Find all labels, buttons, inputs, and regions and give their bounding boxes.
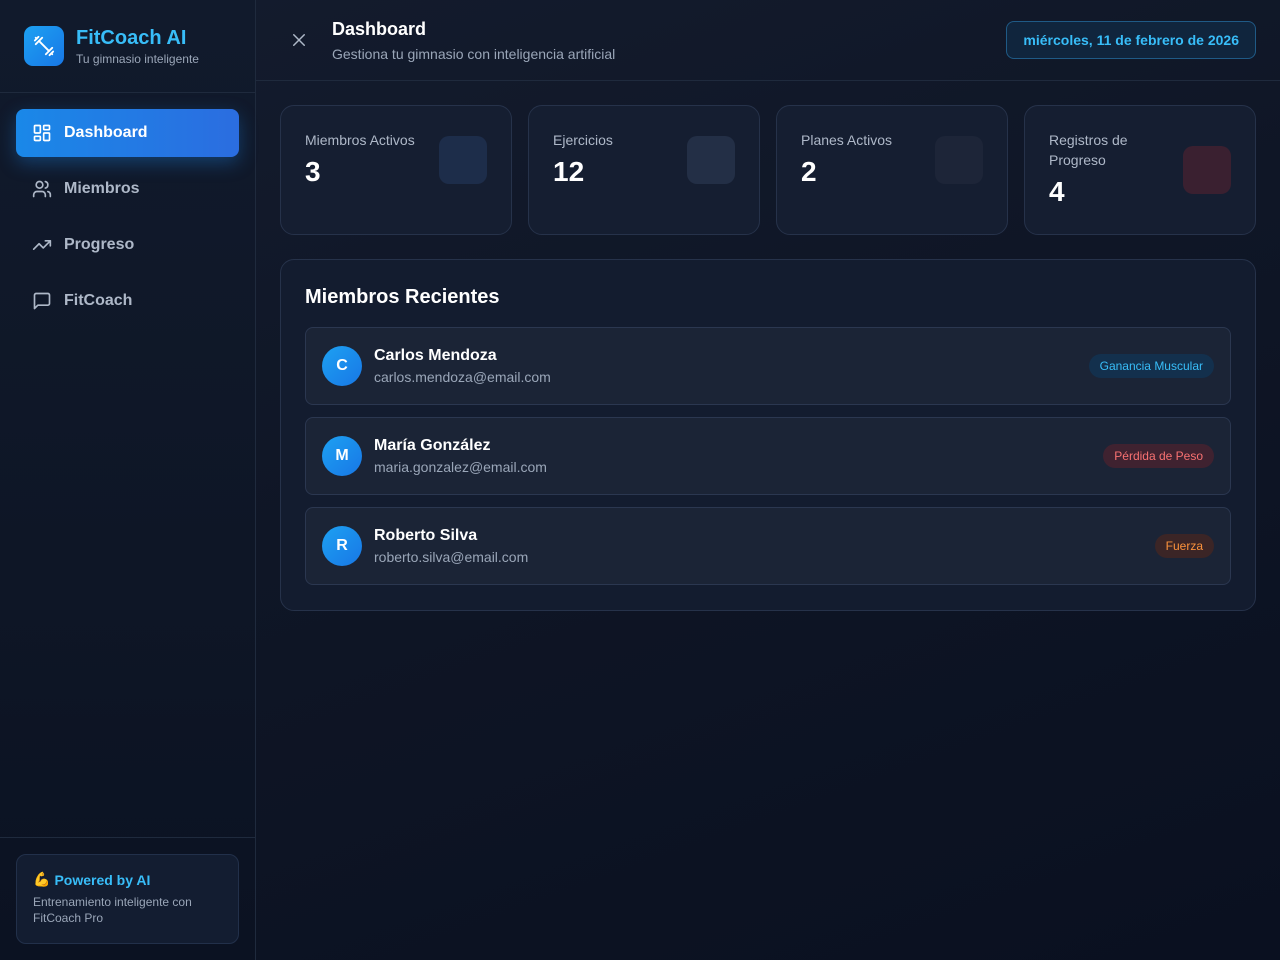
stat-card-ejercicios: Ejercicios 12 bbox=[528, 105, 760, 235]
page-title: Dashboard bbox=[332, 18, 427, 39]
powered-by-ai-card: 💪 Powered by AI Entrenamiento inteligent… bbox=[16, 854, 239, 944]
flexed-biceps-icon: 💪 bbox=[33, 871, 51, 887]
avatar: M bbox=[322, 436, 362, 476]
sidebar-item-label: Dashboard bbox=[64, 124, 148, 141]
member-name: Roberto Silva bbox=[374, 527, 478, 544]
member-email: maria.gonzalez@email.com bbox=[374, 459, 547, 475]
stat-icon-placeholder bbox=[439, 136, 487, 184]
sidebar-nav: Dashboard Miembros Progreso FitCoach bbox=[0, 93, 255, 349]
sidebar-item-label: FitCoach bbox=[64, 292, 133, 309]
ai-card-description: Entrenamiento inteligente con FitCoach P… bbox=[33, 895, 192, 925]
member-email: roberto.silva@email.com bbox=[374, 549, 529, 565]
sidebar-item-fitcoach[interactable]: FitCoach bbox=[16, 277, 239, 325]
users-icon bbox=[32, 179, 52, 199]
member-name: Carlos Mendoza bbox=[374, 347, 497, 364]
stat-card-registros-progreso: Registros de Progreso 4 bbox=[1024, 105, 1256, 235]
sidebar: FitCoach AI Tu gimnasio inteligente Dash… bbox=[0, 0, 256, 960]
dumbbell-icon bbox=[24, 26, 64, 66]
member-email: carlos.mendoza@email.com bbox=[374, 369, 551, 385]
member-row[interactable]: M María González maria.gonzalez@email.co… bbox=[305, 417, 1231, 495]
goal-badge: Ganancia Muscular bbox=[1088, 354, 1214, 378]
stat-icon-placeholder bbox=[935, 136, 983, 184]
stat-label: Planes Activos bbox=[801, 132, 893, 148]
stat-card-planes-activos: Planes Activos 2 bbox=[776, 105, 1008, 235]
member-name: María González bbox=[374, 437, 491, 454]
sidebar-item-progreso[interactable]: Progreso bbox=[16, 221, 239, 269]
date-badge: miércoles, 11 de febrero de 2026 bbox=[1006, 21, 1256, 59]
avatar: R bbox=[322, 526, 362, 566]
recent-members-panel: Miembros Recientes C Carlos Mendoza carl… bbox=[280, 259, 1256, 611]
avatar: C bbox=[322, 346, 362, 386]
goal-badge: Fuerza bbox=[1154, 534, 1214, 558]
member-row[interactable]: C Carlos Mendoza carlos.mendoza@email.co… bbox=[305, 327, 1231, 405]
dashboard-grid-icon bbox=[32, 123, 52, 143]
trending-up-icon bbox=[32, 235, 52, 255]
recent-members-title: Miembros Recientes bbox=[305, 286, 500, 308]
sidebar-item-label: Miembros bbox=[64, 180, 140, 197]
sidebar-footer: 💪 Powered by AI Entrenamiento inteligent… bbox=[0, 837, 255, 960]
stat-label: Miembros Activos bbox=[305, 132, 415, 148]
ai-card-title: 💪 Powered by AI bbox=[33, 871, 222, 888]
chat-icon bbox=[32, 291, 52, 311]
stat-label: Ejercicios bbox=[553, 132, 613, 148]
brand-title: FitCoach AI bbox=[76, 27, 187, 49]
page-header: Dashboard Gestiona tu gimnasio con intel… bbox=[256, 0, 1280, 81]
stat-label: Registros de Progreso bbox=[1049, 132, 1128, 168]
stat-icon-placeholder bbox=[687, 136, 735, 184]
sidebar-item-label: Progreso bbox=[64, 236, 135, 253]
stats-row: Miembros Activos 3 Ejercicios 12 Planes … bbox=[280, 105, 1256, 235]
member-row[interactable]: R Roberto Silva roberto.silva@email.com … bbox=[305, 507, 1231, 585]
stat-card-miembros-activos: Miembros Activos 3 bbox=[280, 105, 512, 235]
member-list: C Carlos Mendoza carlos.mendoza@email.co… bbox=[305, 327, 1231, 585]
stat-icon-placeholder bbox=[1183, 146, 1231, 194]
ai-card-title-text: Powered by AI bbox=[54, 871, 151, 888]
brand-subtitle: Tu gimnasio inteligente bbox=[76, 52, 199, 66]
sidebar-item-dashboard[interactable]: Dashboard bbox=[16, 109, 239, 157]
goal-badge: Pérdida de Peso bbox=[1103, 444, 1214, 468]
sidebar-item-miembros[interactable]: Miembros bbox=[16, 165, 239, 213]
brand: FitCoach AI Tu gimnasio inteligente bbox=[0, 0, 255, 93]
page-subtitle: Gestiona tu gimnasio con inteligencia ar… bbox=[332, 45, 616, 62]
close-icon[interactable] bbox=[289, 30, 309, 50]
